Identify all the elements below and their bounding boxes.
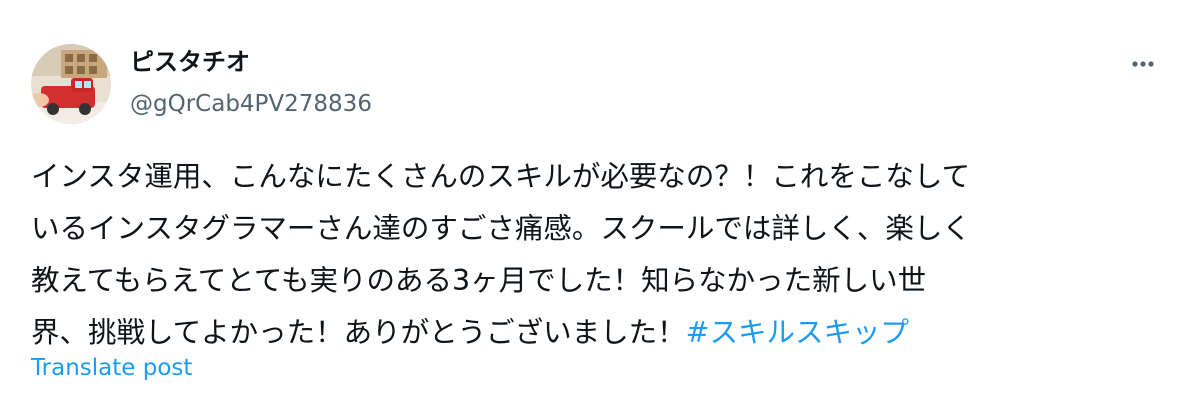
post-line: 教えてもらえてとても実りのある3ヶ月でした！知らなかった新しい世 bbox=[31, 264, 927, 297]
post-card: ピスタチオ @gQrCab4PV278836 インスタ運用、こんなにたくさんのス… bbox=[0, 0, 1194, 418]
avatar[interactable] bbox=[31, 44, 111, 124]
author-handle[interactable]: @gQrCab4PV278836 bbox=[130, 88, 372, 120]
more-horizontal-icon bbox=[1132, 61, 1154, 67]
more-options-button[interactable] bbox=[1121, 48, 1165, 80]
post-text: インスタ運用、こんなにたくさんのスキルが必要なの？！これをこなして いるインスタ… bbox=[31, 151, 1161, 359]
post-line: 界、挑戦してよかった！ありがとうございました！#スキルスキップ bbox=[31, 316, 910, 349]
hashtag-link[interactable]: #スキルスキップ bbox=[686, 316, 909, 349]
post-line: インスタ運用、こんなにたくさんのスキルが必要なの？！これをこなして bbox=[31, 160, 971, 193]
post-line: いるインスタグラマーさん達のすごさ痛感。スクールでは詳しく、楽しく bbox=[31, 212, 971, 245]
author-display-name[interactable]: ピスタチオ bbox=[130, 46, 250, 78]
translate-post-link[interactable]: Translate post bbox=[31, 352, 192, 384]
